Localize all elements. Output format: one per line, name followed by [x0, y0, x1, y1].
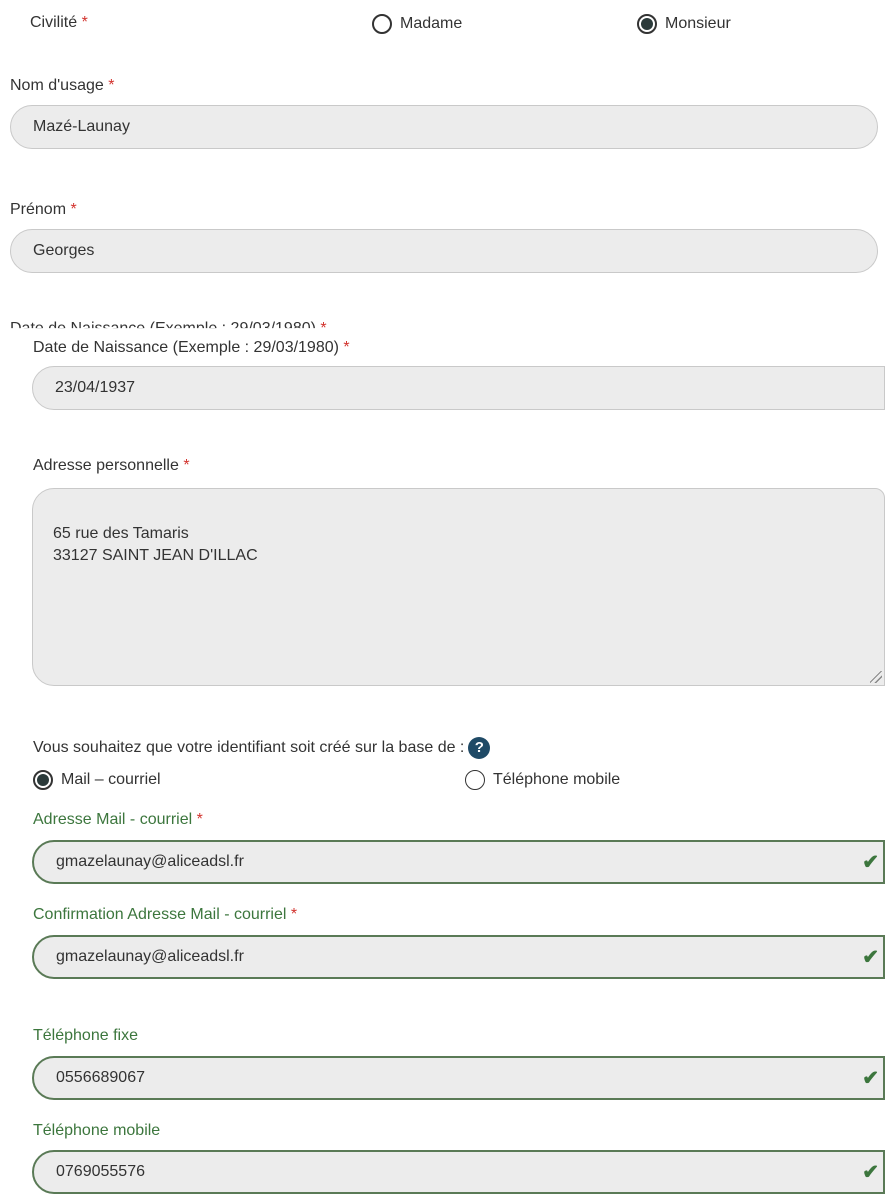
- adresse-label: Adresse personnelle *: [33, 457, 190, 474]
- naissance-value: 23/04/1937: [55, 379, 136, 396]
- help-icon[interactable]: ?: [468, 737, 491, 759]
- mail-label: Adresse Mail - courriel *: [33, 811, 203, 828]
- nom-input[interactable]: Mazé-Launay: [10, 105, 878, 149]
- date-label-ghost: Date de Naissance (Exemple : 29/03/1980)…: [10, 320, 327, 337]
- radio-tel-mobile-button[interactable]: [465, 770, 485, 790]
- tel-fixe-value: 0556689067: [56, 1069, 145, 1086]
- radio-mail[interactable]: Mail – courriel: [33, 770, 161, 790]
- nom-label: Nom d'usage *: [10, 77, 115, 94]
- civilite-label: Civilité *: [30, 14, 88, 31]
- radio-monsieur-label: Monsieur: [665, 15, 731, 32]
- mail-confirm-value: gmazelaunay@aliceadsl.fr: [56, 948, 244, 965]
- resize-grip-icon[interactable]: [870, 671, 882, 683]
- mail-value: gmazelaunay@aliceadsl.fr: [56, 853, 244, 870]
- tel-fixe-input[interactable]: 0556689067 ✔: [32, 1056, 885, 1100]
- radio-mail-label: Mail – courriel: [61, 771, 161, 788]
- naissance-label: Date de Naissance (Exemple : 29/03/1980)…: [33, 339, 350, 356]
- radio-monsieur-button[interactable]: [637, 14, 657, 34]
- check-icon: ✔: [862, 1067, 879, 1090]
- radio-tel-mobile[interactable]: Téléphone mobile: [465, 770, 620, 790]
- check-icon: ✔: [862, 1161, 879, 1184]
- naissance-input[interactable]: 23/04/1937: [32, 366, 885, 410]
- radio-mail-button[interactable]: [33, 770, 53, 790]
- radio-monsieur[interactable]: Monsieur: [637, 14, 731, 34]
- radio-madame-button[interactable]: [372, 14, 392, 34]
- adresse-value: 65 rue des Tamaris 33127 SAINT JEAN D'IL…: [53, 525, 258, 564]
- radio-tel-mobile-label: Téléphone mobile: [493, 771, 621, 788]
- mail-input[interactable]: gmazelaunay@aliceadsl.fr ✔: [32, 840, 885, 884]
- prenom-input[interactable]: Georges: [10, 229, 878, 273]
- adresse-textarea[interactable]: 65 rue des Tamaris 33127 SAINT JEAN D'IL…: [32, 488, 885, 686]
- prenom-label: Prénom *: [10, 201, 77, 218]
- prenom-value: Georges: [33, 242, 95, 259]
- identifiant-question: Vous souhaitez que votre identifiant soi…: [33, 737, 491, 759]
- radio-madame[interactable]: Madame: [372, 14, 462, 34]
- check-icon: ✔: [862, 946, 879, 969]
- nom-value: Mazé-Launay: [33, 118, 130, 135]
- mail-confirm-input[interactable]: gmazelaunay@aliceadsl.fr ✔: [32, 935, 885, 979]
- tel-mobile-value: 0769055576: [56, 1163, 145, 1180]
- check-icon: ✔: [862, 851, 879, 874]
- mail-confirm-label: Confirmation Adresse Mail - courriel *: [33, 906, 298, 923]
- tel-mobile-label: Téléphone mobile: [33, 1122, 161, 1139]
- tel-fixe-label: Téléphone fixe: [33, 1027, 138, 1044]
- radio-madame-label: Madame: [400, 15, 463, 32]
- tel-mobile-input[interactable]: 0769055576 ✔: [32, 1150, 885, 1194]
